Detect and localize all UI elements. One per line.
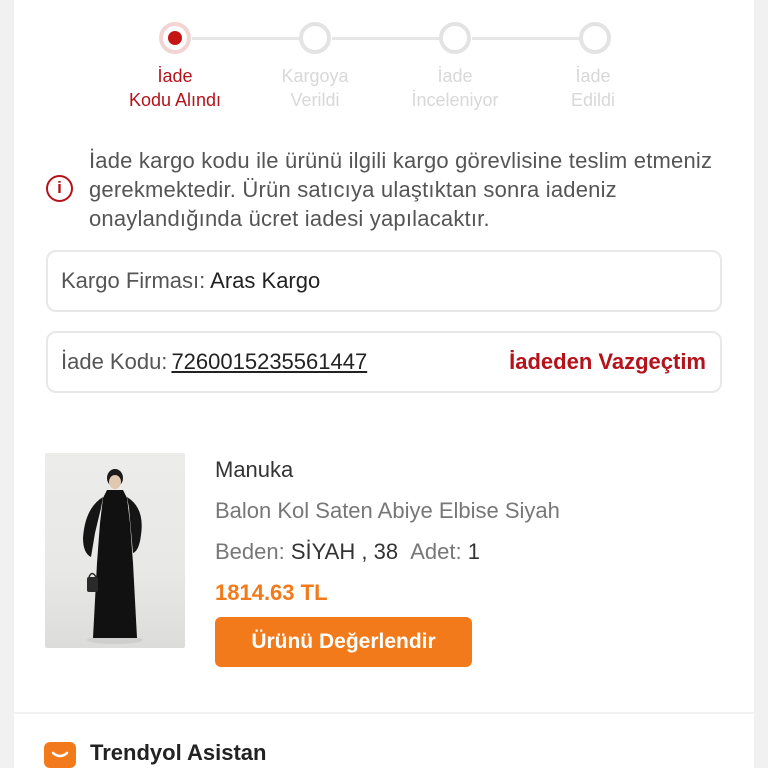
step-connector (332, 37, 454, 40)
size-value: SİYAH , 38 (290, 539, 399, 564)
step-dot-reviewing (439, 22, 471, 54)
return-code-value[interactable]: 7260015235561447 (171, 349, 367, 374)
product-size-qty: Beden: SİYAH , 38 Adet: 1 (215, 539, 480, 565)
step-dot-refunded (579, 22, 611, 54)
return-status-card: İade Kodu Alındı Kargoya Verildi İade İn… (14, 0, 754, 712)
step-connector (192, 37, 314, 40)
step-label-code-received: İade Kodu Alındı (110, 64, 240, 112)
return-stepper: İade Kodu Alındı Kargoya Verildi İade İn… (14, 0, 754, 120)
shipping-company-label: Kargo Firması: (61, 268, 206, 293)
return-info-text: İade kargo kodu ile ürünü ilgili kargo g… (89, 148, 713, 231)
step-label-line2: Edildi (570, 90, 616, 110)
shipping-company-field: Kargo Firması: Aras Kargo (46, 250, 722, 312)
product-name[interactable]: Balon Kol Saten Abiye Elbise Siyah (215, 498, 560, 524)
product-price: 1814.63 TL (215, 580, 328, 605)
step-label-line1: İade (575, 66, 611, 86)
cancel-return-link[interactable]: İadeden Vazgeçtim (509, 333, 706, 391)
step-label-shipped: Kargoya Verildi (250, 64, 380, 112)
step-label-line2: İnceleniyor (411, 90, 499, 110)
step-label-line1: İade (437, 66, 473, 86)
product-image[interactable] (45, 453, 185, 648)
return-code-label: İade Kodu: (61, 349, 168, 374)
return-code-field: İade Kodu: 7260015235561447 İadeden Vazge… (46, 331, 722, 393)
step-label-line1: Kargoya (281, 66, 349, 86)
chat-bubble-icon (44, 742, 76, 768)
info-icon: i (46, 175, 73, 202)
step-label-refunded: İade Edildi (528, 64, 658, 112)
step-label-line1: İade (157, 66, 193, 86)
size-label: Beden: (215, 539, 285, 564)
shipping-company-value: Aras Kargo (210, 268, 321, 293)
step-label-line2: Verildi (290, 90, 340, 110)
step-dot-shipped (299, 22, 331, 54)
step-label-line2: Kodu Alındı (128, 90, 222, 110)
step-label-reviewing: İade İnceleniyor (390, 64, 520, 112)
step-dot-code-received (159, 22, 191, 54)
step-connector (472, 37, 594, 40)
rate-product-button[interactable]: Ürünü Değerlendir (215, 617, 472, 667)
product-brand: Manuka (215, 457, 294, 482)
assistant-title: Trendyol Asistan (90, 740, 267, 765)
qty-value: 1 (467, 539, 480, 564)
assistant-card[interactable]: Trendyol Asistan (14, 714, 754, 768)
qty-label: Adet: (410, 539, 462, 564)
